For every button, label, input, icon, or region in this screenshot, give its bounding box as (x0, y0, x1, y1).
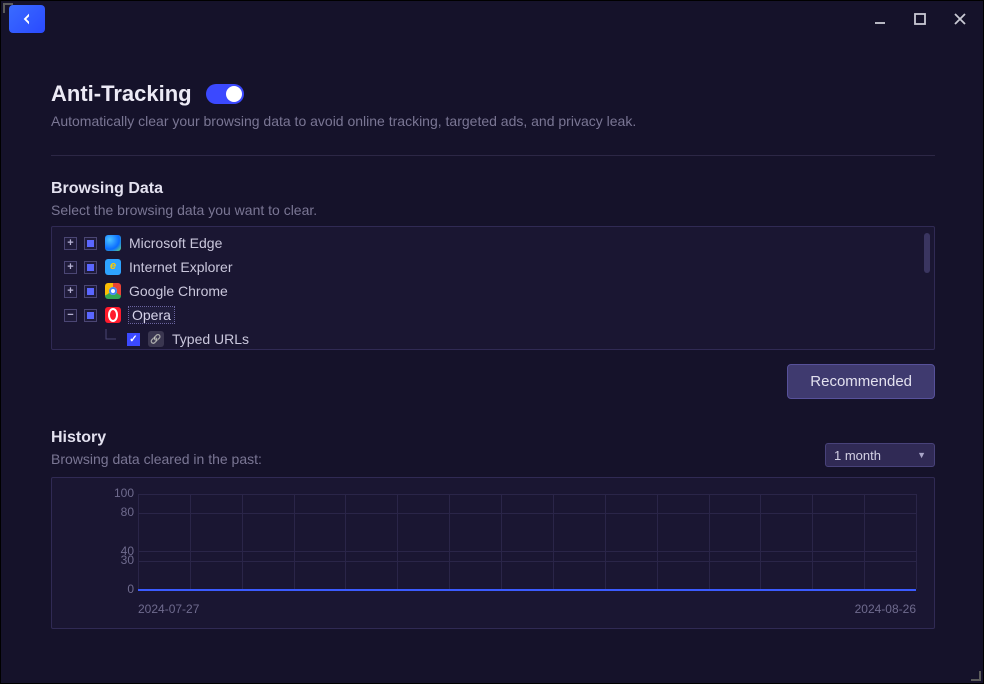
browsing-data-subtitle: Select the browsing data you want to cle… (51, 202, 935, 218)
scrollbar-thumb[interactable] (924, 233, 930, 273)
tree-item-label: Typed URLs (172, 331, 249, 347)
close-button[interactable] (951, 10, 969, 28)
gridline-vertical (553, 494, 554, 589)
history-subtitle: Browsing data cleared in the past: (51, 451, 262, 467)
chrome-icon (105, 283, 121, 299)
page-title: Anti-Tracking (51, 81, 192, 107)
maximize-button[interactable] (911, 10, 929, 28)
gridline-vertical (709, 494, 710, 589)
tree-connector (94, 329, 120, 349)
y-tick-label: 0 (94, 582, 134, 596)
gridline-vertical (812, 494, 813, 589)
gridline-vertical (242, 494, 243, 589)
minimize-button[interactable] (871, 10, 889, 28)
gridline-vertical (864, 494, 865, 589)
gridline-vertical (190, 494, 191, 589)
browsing-data-title: Browsing Data (51, 180, 935, 198)
gridline-vertical (397, 494, 398, 589)
gridline-horizontal (138, 494, 916, 495)
ie-icon (105, 259, 121, 275)
gridline-vertical (760, 494, 761, 589)
toggle-knob (226, 86, 242, 102)
gridline-vertical (345, 494, 346, 589)
expand-button[interactable]: + (64, 237, 77, 250)
tree-item-label: Google Chrome (129, 283, 228, 299)
gridline-horizontal (138, 561, 916, 562)
history-range-dropdown[interactable]: 1 month ▼ (825, 443, 935, 467)
tree-item-label: Opera (129, 307, 174, 323)
checkbox[interactable] (84, 309, 97, 322)
browsing-data-tree[interactable]: + Microsoft Edge + Internet Explorer + Google… (51, 226, 935, 350)
close-icon (953, 12, 967, 26)
tree-item[interactable]: − Opera (64, 303, 922, 327)
tree-item-label: Microsoft Edge (129, 235, 222, 251)
y-tick-label: 80 (94, 505, 134, 519)
chevron-down-icon: ▼ (917, 450, 926, 460)
gridline-vertical (605, 494, 606, 589)
gridline-vertical (449, 494, 450, 589)
divider (51, 155, 935, 156)
checkbox[interactable] (84, 261, 97, 274)
url-icon (148, 331, 164, 347)
checkbox[interactable] (84, 237, 97, 250)
gridline-vertical (916, 494, 917, 589)
back-button[interactable] (9, 5, 45, 33)
edge-icon (105, 235, 121, 251)
anti-tracking-toggle[interactable] (206, 84, 244, 104)
history-title: History (51, 429, 262, 447)
expand-button[interactable]: + (64, 285, 77, 298)
tree-item[interactable]: + Google Chrome (64, 279, 922, 303)
chart-series-line (138, 589, 916, 591)
x-tick-end: 2024-08-26 (855, 602, 916, 616)
recommended-button[interactable]: Recommended (787, 364, 935, 399)
tree-item[interactable]: + Internet Explorer (64, 255, 922, 279)
y-tick-label: 100 (94, 486, 134, 500)
arrow-left-icon (19, 11, 35, 27)
tree-item-label: Internet Explorer (129, 259, 233, 275)
gridline-horizontal (138, 551, 916, 552)
opera-icon (105, 307, 121, 323)
gridline-vertical (294, 494, 295, 589)
gridline-vertical (657, 494, 658, 589)
tree-item[interactable]: + Microsoft Edge (64, 231, 922, 255)
minimize-icon (873, 12, 887, 26)
gridline-horizontal (138, 513, 916, 514)
maximize-icon (913, 12, 927, 26)
history-range-label: 1 month (834, 448, 881, 463)
page-subtitle: Automatically clear your browsing data t… (51, 113, 935, 129)
gridline-vertical (138, 494, 139, 589)
y-tick-label: 40 (94, 544, 134, 558)
checkbox[interactable] (84, 285, 97, 298)
history-chart: 03040801002024-07-272024-08-26 (51, 477, 935, 629)
checkbox[interactable] (127, 333, 140, 346)
expand-button[interactable]: + (64, 261, 77, 274)
tree-child-item[interactable]: Typed URLs (64, 327, 922, 350)
gridline-vertical (501, 494, 502, 589)
collapse-button[interactable]: − (64, 309, 77, 322)
x-tick-start: 2024-07-27 (138, 602, 199, 616)
